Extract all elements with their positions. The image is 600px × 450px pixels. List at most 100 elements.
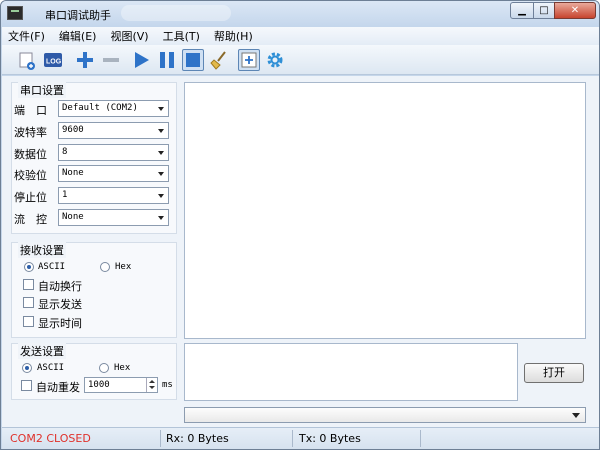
send-settings-title: 发送设置 — [18, 343, 66, 359]
receive-settings-group: 接收设置 — [11, 242, 177, 338]
interval-unit: ms — [162, 380, 173, 390]
receive-hex-label: Hex — [115, 262, 132, 272]
chevron-up-icon[interactable] — [149, 380, 155, 383]
flowcontrol-select[interactable]: None — [58, 209, 169, 226]
resend-interval-value: 1000 — [88, 380, 110, 390]
parity-select[interactable]: None — [58, 165, 169, 182]
chevron-down-icon — [158, 129, 164, 133]
svg-text:LOG: LOG — [46, 59, 62, 66]
settings-button[interactable] — [264, 49, 286, 71]
title-bar[interactable]: 串口调试助手 ▁ □ ✕ — [1, 1, 599, 27]
receive-ascii-label: ASCII — [38, 262, 66, 272]
maximize-button[interactable]: □ — [533, 2, 555, 19]
port-value: Default (COM2) — [62, 103, 138, 113]
maximize-icon: □ — [539, 4, 549, 16]
send-ascii-radio[interactable] — [22, 363, 32, 373]
close-button[interactable]: ✕ — [554, 2, 596, 19]
settings-icon — [267, 52, 283, 68]
log-icon: LOG — [44, 53, 62, 67]
menu-help[interactable]: 帮助(H) — [214, 28, 253, 44]
port-label: 端 口 — [14, 104, 47, 117]
flowcontrol-value: None — [62, 212, 84, 222]
receive-settings-title: 接收设置 — [18, 242, 66, 258]
chevron-down-icon — [572, 413, 580, 418]
start-button[interactable] — [130, 49, 152, 71]
auto-resend-label: 自动重发 — [36, 381, 80, 394]
new-button[interactable] — [16, 49, 38, 71]
stopbits-select[interactable]: 1 — [58, 187, 169, 204]
show-time-label: 显示时间 — [38, 317, 82, 330]
minimize-button[interactable]: ▁ — [510, 2, 534, 19]
baud-select[interactable]: 9600 — [58, 122, 169, 139]
send-text-area[interactable] — [184, 343, 518, 401]
stop-button[interactable] — [182, 49, 204, 71]
flowcontrol-label: 流 控 — [14, 213, 47, 226]
show-send-label: 显示发送 — [38, 298, 82, 311]
window-title: 串口调试助手 — [45, 9, 111, 22]
menu-file[interactable]: 文件(F) — [8, 28, 45, 44]
auto-newline-label: 自动换行 — [38, 280, 82, 293]
chevron-down-icon — [158, 172, 164, 176]
show-time-checkbox[interactable] — [23, 316, 34, 327]
chevron-down-icon — [158, 107, 164, 111]
chevron-down-icon — [158, 216, 164, 220]
pause-button[interactable] — [156, 49, 178, 71]
main-panel: 串口设置 端 口 Default (COM2) 波特率 9600 数据位 8 校… — [2, 76, 599, 427]
stop-icon — [186, 53, 200, 67]
chevron-down-icon — [158, 194, 164, 198]
new-icon — [19, 52, 35, 70]
menu-edit[interactable]: 编辑(E) — [59, 28, 97, 44]
add-button[interactable] — [74, 49, 96, 71]
status-divider — [420, 430, 421, 447]
add-frame-button[interactable] — [238, 49, 260, 71]
broom-icon — [210, 51, 226, 70]
history-select[interactable] — [184, 407, 586, 423]
receive-text-area[interactable] — [184, 82, 586, 339]
auto-newline-checkbox[interactable] — [23, 279, 34, 290]
baud-value: 9600 — [62, 125, 84, 135]
chevron-down-icon — [158, 151, 164, 155]
baud-label: 波特率 — [14, 126, 47, 139]
app-icon — [7, 6, 23, 20]
port-select[interactable]: Default (COM2) — [58, 100, 169, 117]
menu-view[interactable]: 视图(V) — [110, 28, 148, 44]
log-button[interactable]: LOG — [42, 49, 64, 71]
pause-icon — [160, 52, 174, 68]
databits-select[interactable]: 8 — [58, 144, 169, 161]
receive-ascii-radio[interactable] — [24, 262, 34, 272]
stopbits-value: 1 — [62, 190, 68, 200]
resend-interval-input[interactable]: 1000 — [84, 377, 158, 393]
chevron-down-icon[interactable] — [149, 386, 155, 389]
open-button[interactable]: 打开 — [524, 363, 584, 383]
status-divider — [292, 430, 293, 447]
remove-button[interactable] — [100, 49, 122, 71]
send-hex-label: Hex — [114, 363, 131, 373]
add-frame-icon — [241, 52, 257, 68]
clear-button[interactable] — [208, 49, 230, 71]
interval-stepper[interactable] — [146, 378, 157, 392]
menu-tools[interactable]: 工具(T) — [163, 28, 200, 44]
show-send-checkbox[interactable] — [23, 297, 34, 308]
add-icon — [77, 52, 93, 68]
serial-settings-title: 串口设置 — [18, 82, 66, 98]
auto-resend-checkbox[interactable] — [21, 380, 32, 391]
app-window: 串口调试助手 ▁ □ ✕ 文件(F) 编辑(E) 视图(V) 工具(T) 帮助(… — [0, 0, 600, 450]
close-icon: ✕ — [570, 4, 580, 16]
status-divider — [160, 430, 161, 447]
send-hex-radio[interactable] — [99, 363, 109, 373]
remove-icon — [103, 58, 119, 62]
title-reflection — [121, 5, 231, 21]
tx-count: Tx: 0 Bytes — [299, 432, 361, 445]
stopbits-label: 停止位 — [14, 191, 47, 204]
status-bar: COM2 CLOSED Rx: 0 Bytes Tx: 0 Bytes — [2, 427, 599, 449]
rx-count: Rx: 0 Bytes — [166, 432, 229, 445]
toolbar: LOG — [2, 45, 599, 75]
port-status: COM2 CLOSED — [10, 432, 91, 445]
menu-bar: 文件(F) 编辑(E) 视图(V) 工具(T) 帮助(H) — [2, 27, 599, 45]
databits-value: 8 — [62, 147, 68, 157]
receive-hex-radio[interactable] — [100, 262, 110, 272]
parity-value: None — [62, 168, 84, 178]
send-ascii-label: ASCII — [37, 363, 65, 373]
minimize-icon: ▁ — [518, 4, 526, 16]
databits-label: 数据位 — [14, 148, 47, 161]
